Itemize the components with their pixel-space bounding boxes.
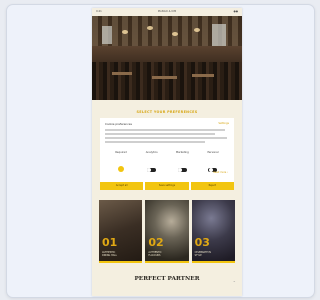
read-more-link[interactable]: Read more › [213, 171, 228, 174]
option-label: Analytics [145, 151, 158, 154]
reject-button[interactable]: Reject [190, 182, 234, 190]
save-settings-button[interactable]: Save settings [145, 182, 189, 190]
tile-number: 01 [102, 236, 118, 249]
option-required: Required [110, 151, 132, 172]
option-label: Personal [207, 151, 219, 154]
text-line [105, 141, 205, 143]
tile-caption: AUTHENTIC DINING HALL [102, 251, 117, 257]
feature-tile[interactable]: 01 AUTHENTIC DINING HALL [99, 200, 143, 263]
toggle-switch[interactable] [177, 167, 187, 172]
text-line [105, 133, 215, 135]
text-line [105, 137, 227, 139]
tile-caption: CELEBRATE IN STYLE [194, 251, 211, 257]
consent-buttons: Accept all Save settings Reject [100, 182, 234, 190]
feature-tiles: 01 AUTHENTIC DINING HALL 02 AUTHENTIC FLAV… [99, 200, 235, 263]
text-line [105, 129, 225, 131]
cookie-settings-panel: Cookie preferences Settings Required Ana… [100, 118, 234, 190]
option-analytics: Analytics [141, 151, 163, 172]
site-title: MANGO & KIM [157, 10, 177, 13]
option-label: Marketing [175, 151, 189, 154]
accept-all-button[interactable]: Accept all [100, 182, 144, 190]
feature-tile[interactable]: 02 AUTHENTIC FLAVOURS [145, 200, 189, 263]
hero-image [92, 16, 242, 100]
feature-tile[interactable]: 03 CELEBRATE IN STYLE [191, 200, 235, 263]
option-marketing: Marketing [171, 151, 193, 172]
status-bar: 9:41 MANGO & KIM ●● [92, 8, 242, 16]
status-icons: ●● [233, 10, 238, 13]
consent-options: Required Analytics Marketing Personal [110, 151, 224, 172]
settings-link[interactable]: Settings [218, 122, 229, 125]
tile-caption: AUTHENTIC FLAVOURS [148, 251, 162, 257]
toggle-switch[interactable] [147, 167, 157, 172]
option-label: Required [115, 151, 127, 154]
partner-heading: PERFECT PARTNER [134, 276, 200, 282]
tile-number: 02 [148, 236, 164, 249]
toggle-on[interactable] [118, 166, 124, 172]
panel-title: Cookie preferences [105, 122, 132, 126]
chevron-up-icon[interactable]: ⌃ [233, 280, 236, 285]
option-personal: Personal [202, 151, 224, 172]
section-title: SELECT YOUR PREFERENCES [136, 110, 198, 114]
mobile-page-preview: 9:41 MANGO & KIM ●● SELECT YOUR PREFEREN… [92, 8, 242, 296]
tile-number: 03 [194, 236, 210, 249]
